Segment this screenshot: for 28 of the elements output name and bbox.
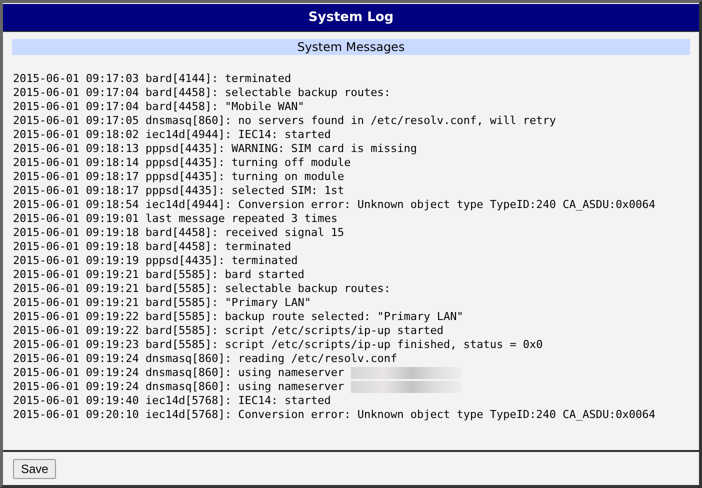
window-title: System Log bbox=[3, 4, 699, 32]
log-line: 2015-06-01 09:17:04 bard[4458]: "Mobile WAN" bbox=[13, 100, 304, 114]
save-button[interactable]: Save bbox=[13, 458, 56, 478]
log-line: 2015-06-01 09:18:17 pppsd[4435]: selected SIM: 1st bbox=[13, 184, 344, 198]
log-line: 2015-06-01 09:18:02 iec14d[4944]: IEC14: started bbox=[13, 128, 331, 142]
log-line: 2015-06-01 09:17:04 bard[4458]: selectable backup routes: bbox=[13, 86, 390, 100]
log-line: 2015-06-01 09:19:21 bard[5585]: "Primary LAN" bbox=[13, 296, 312, 310]
log-line: 2015-06-01 09:18:13 pppsd[4435]: WARNING: SIM card is missing bbox=[13, 142, 417, 156]
log-line: 2015-06-01 09:17:03 bard[4144]: terminated bbox=[13, 72, 292, 86]
log-line: 2015-06-01 09:18:17 pppsd[4435]: turning on module bbox=[13, 170, 344, 184]
log-line: 2015-06-01 09:19:23 bard[5585]: script /etc/scripts/ip-up finished, status = 0x0 bbox=[13, 338, 543, 352]
log-line: 2015-06-01 09:19:24 dnsmasq[860]: using nameserver bbox=[13, 366, 344, 380]
log-line: 2015-06-01 09:19:18 bard[4458]: terminated bbox=[13, 240, 292, 254]
log-line: 2015-06-01 09:19:18 bard[4458]: received signal 15 bbox=[13, 226, 344, 240]
log-line: 2015-06-01 09:19:01 last message repeated 3 times bbox=[13, 212, 338, 226]
log-line: 2015-06-01 09:19:21 bard[5585]: selectable backup routes: bbox=[13, 282, 390, 296]
log-line: 2015-06-01 09:19:22 bard[5585]: backup route selected: "Primary LAN" bbox=[13, 310, 464, 324]
log-line: 2015-06-01 09:19:24 dnsmasq[860]: using nameserver bbox=[13, 380, 344, 394]
log-line: 2015-06-01 09:18:14 pppsd[4435]: turning off module bbox=[13, 156, 351, 170]
log-line: 2015-06-01 09:19:21 bard[5585]: bard started bbox=[13, 268, 304, 282]
log-line: 2015-06-01 09:19:22 bard[5585]: script /etc/scripts/ip-up started bbox=[13, 324, 444, 338]
log-line: 2015-06-01 09:19:19 pppsd[4435]: terminated bbox=[13, 254, 298, 268]
log-line: 2015-06-01 09:19:24 dnsmasq[860]: reading /etc/resolv.conf bbox=[13, 352, 398, 366]
section-heading: System Messages bbox=[12, 39, 690, 55]
log-line: 2015-06-01 09:20:10 iec14d[5768]: Conversion error: Unknown object type TypeID:240 CA_ASDU:0x0064 bbox=[13, 408, 656, 422]
log-line: 2015-06-01 09:19:40 iec14d[5768]: IEC14: started bbox=[13, 394, 331, 408]
log-line: 2015-06-01 09:18:54 iec14d[4944]: Conversion error: Unknown object type TypeID:240 CA_ASDU:0x0064 bbox=[13, 198, 656, 212]
log-line: 2015-06-01 09:17:05 dnsmasq[860]: no servers found in /etc/resolv.conf, will retry bbox=[13, 114, 556, 128]
